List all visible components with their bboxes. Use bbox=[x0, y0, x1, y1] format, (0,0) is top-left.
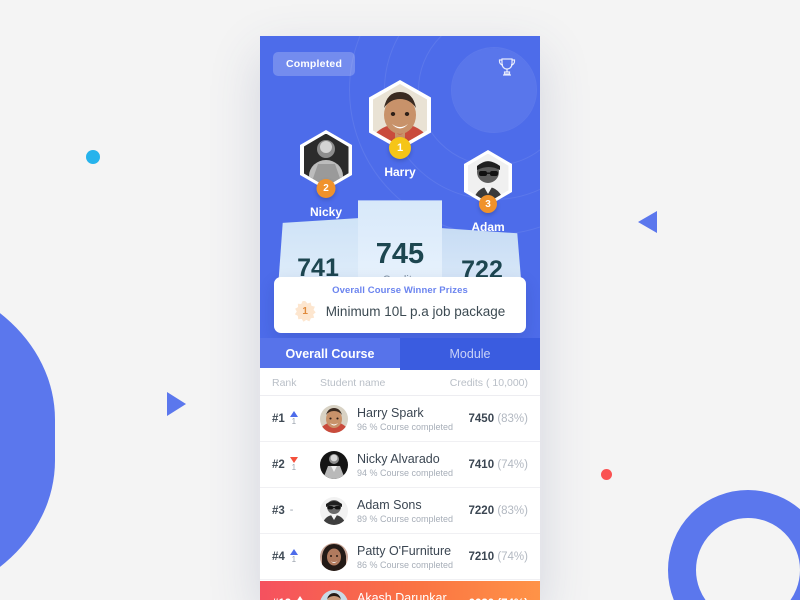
status-badge: Completed bbox=[273, 52, 356, 76]
trophy-icon bbox=[498, 58, 516, 76]
trend-value: - bbox=[289, 504, 294, 516]
tab-module[interactable]: Module bbox=[400, 338, 540, 370]
trend-value: 1 bbox=[291, 463, 297, 472]
tab-overall-course[interactable]: Overall Course bbox=[260, 338, 400, 370]
decor-triangle-right bbox=[167, 392, 186, 416]
tab-label: Overall Course bbox=[285, 347, 375, 361]
trend-none-icon: - bbox=[290, 505, 294, 516]
course-progress: 96 % Course completed bbox=[357, 421, 454, 432]
course-progress: 89 % Course completed bbox=[357, 513, 454, 524]
prize-text: Minimum 10L p.a job package bbox=[325, 304, 506, 319]
student-name: Nicky Alvarado bbox=[357, 451, 440, 466]
trend-up-icon: 1 bbox=[289, 549, 298, 564]
trend-down-icon: 1 bbox=[289, 457, 298, 472]
trend-up-icon: 1 bbox=[289, 411, 298, 426]
student-info: Patty O'Furniture 86 % Course completed bbox=[357, 544, 469, 570]
current-user-row[interactable]: #12 1 Akash Darunkar 5 bbox=[260, 581, 540, 600]
avatar-harry-spark-icon bbox=[320, 404, 348, 433]
rank-cell: #4 1 bbox=[272, 549, 320, 564]
credits-value: 7220 bbox=[468, 504, 495, 517]
tab-label: Module bbox=[449, 347, 491, 361]
tab-bar: Overall Course Module bbox=[260, 338, 540, 370]
table-row[interactable]: #4 1 Patty O'Furniture 86 % Course compl… bbox=[260, 534, 540, 580]
avatar-akash-darunkar-icon bbox=[320, 589, 348, 600]
credits-percent: (74%) bbox=[497, 550, 528, 563]
table-header: Rank Student name Credits ( 10,000) bbox=[260, 370, 540, 396]
trend-value: 1 bbox=[291, 555, 297, 564]
avatar-nicky-alvarado-icon bbox=[320, 450, 348, 479]
rank-cell: #1 1 bbox=[272, 411, 320, 426]
student-info: Nicky Alvarado 94 % Course completed bbox=[357, 452, 469, 478]
student-name: Harry Spark bbox=[357, 405, 424, 420]
prize-rank-badge: 1 bbox=[294, 301, 316, 322]
winner-rank-badge: 1 bbox=[389, 137, 411, 159]
carousel-dot-3[interactable] bbox=[411, 324, 417, 329]
rank-number: #1 bbox=[272, 412, 285, 425]
table-row[interactable]: #2 1 Nicky Alvarado 94 % Course complete… bbox=[260, 442, 540, 488]
carousel-dots[interactable] bbox=[260, 324, 540, 329]
credits-percent: (83%) bbox=[497, 412, 528, 425]
decor-triangle-left bbox=[638, 211, 657, 233]
avatar bbox=[320, 496, 348, 525]
rank-cell: #2 1 bbox=[272, 457, 320, 472]
winner-name: Harry bbox=[384, 165, 416, 179]
table-row[interactable]: #3 - Adam Sons 89 % Course completed 722… bbox=[260, 488, 540, 534]
winner-rank-badge: 2 bbox=[316, 179, 336, 198]
column-header-credits: Credits ( 10,000) bbox=[449, 376, 528, 389]
prize-title: Overall Course Winner Prizes bbox=[332, 285, 468, 296]
avatar bbox=[320, 450, 348, 479]
podium-score: 745 bbox=[375, 238, 425, 270]
rank-number: #3 bbox=[272, 504, 285, 517]
credits-value: 7410 bbox=[468, 458, 495, 471]
leaderboard-hero: Completed 2 Nicky 3 Adam 1 Harry 741 722… bbox=[260, 36, 540, 338]
winner-first[interactable]: 1 Harry bbox=[369, 80, 431, 179]
rank-number: #4 bbox=[272, 550, 285, 563]
rank-cell: #3 - bbox=[272, 505, 320, 517]
student-info: Adam Sons 89 % Course completed bbox=[357, 498, 469, 524]
carousel-dot-1[interactable] bbox=[383, 324, 397, 329]
credits-percent: (74%) bbox=[497, 458, 528, 471]
decor-ring-bottom-right bbox=[668, 490, 800, 600]
avatar-patty-ofurniture-icon bbox=[320, 542, 348, 571]
column-header-rank: Rank bbox=[272, 376, 297, 389]
avatar bbox=[320, 542, 348, 571]
avatar-adam-sons-icon bbox=[320, 496, 348, 525]
decor-circle-left bbox=[0, 275, 55, 600]
credits-value: 7210 bbox=[468, 550, 495, 563]
student-info: Harry Spark 96 % Course completed bbox=[357, 406, 469, 432]
avatar bbox=[320, 404, 348, 433]
course-progress: 86 % Course completed bbox=[357, 559, 454, 570]
credits-cell: 7210 (74%) bbox=[469, 551, 528, 563]
leaderboard-list[interactable]: #1 1 Harry Spark 96 % Course completed 7… bbox=[260, 396, 540, 600]
credits-cell: 7220 (83%) bbox=[469, 505, 528, 517]
column-header-name: Student name bbox=[320, 376, 386, 389]
rank-cell: #12 1 bbox=[272, 596, 320, 600]
rank-number: #2 bbox=[272, 458, 285, 471]
course-progress: 94 % Course completed bbox=[357, 467, 454, 478]
trend-value: 1 bbox=[291, 417, 297, 426]
table-row[interactable]: #1 1 Harry Spark 96 % Course completed 7… bbox=[260, 396, 540, 442]
student-name: Patty O'Furniture bbox=[357, 543, 452, 558]
student-name: Adam Sons bbox=[357, 497, 422, 512]
carousel-dot-2[interactable] bbox=[401, 324, 407, 329]
trend-up-icon: 1 bbox=[296, 596, 305, 600]
decor-dot-cyan bbox=[86, 150, 100, 164]
phone-screen: Completed 2 Nicky 3 Adam 1 Harry 741 722… bbox=[260, 36, 540, 600]
student-name: Akash Darunkar bbox=[357, 590, 447, 600]
credits-cell: 7410 (74%) bbox=[469, 459, 528, 471]
decor-dot-red bbox=[601, 469, 612, 480]
credits-cell: 7450 (83%) bbox=[469, 413, 528, 425]
avatar bbox=[320, 589, 348, 600]
student-info: Akash Darunkar 53 % Course completed bbox=[357, 591, 469, 600]
credits-value: 7450 bbox=[468, 412, 495, 425]
credits-percent: (83%) bbox=[497, 504, 528, 517]
